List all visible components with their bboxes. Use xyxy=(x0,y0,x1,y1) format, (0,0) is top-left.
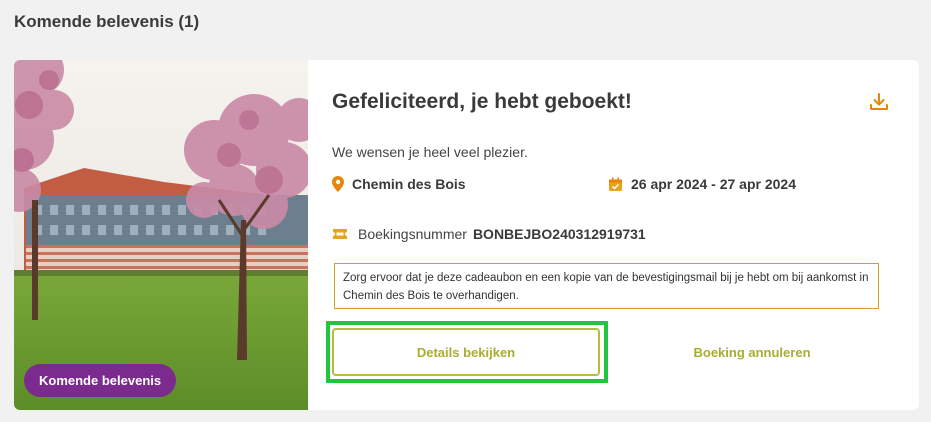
calendar-icon xyxy=(608,177,623,192)
booking-content: Gefeliciteerd, je hebt geboekt! We wense… xyxy=(326,60,919,410)
location-text: Chemin des Bois xyxy=(352,176,466,192)
hotel-photo: Komende belevenis xyxy=(14,60,308,410)
details-button[interactable]: Details bekijken xyxy=(332,328,600,376)
section-title: Komende belevenis (1) xyxy=(14,12,200,31)
booking-headline: Gefeliciteerd, je hebt geboekt! xyxy=(332,90,632,113)
voucher-notice: Zorg ervoor dat je deze cadeaubon en een… xyxy=(334,263,879,309)
booking-number: BONBEJBO240312919731 xyxy=(472,226,646,242)
ticket-icon xyxy=(332,228,348,240)
booking-subtitle: We wensen je heel veel plezier. xyxy=(332,144,528,160)
booking-card: Komende belevenis Gefeliciteerd, je hebt… xyxy=(14,60,919,410)
location-row: Chemin des Bois xyxy=(332,176,466,192)
dates-text: 26 apr 2024 - 27 apr 2024 xyxy=(631,176,797,192)
booking-number-label: Boekingsnummer xyxy=(358,226,467,242)
dates-row: 26 apr 2024 - 27 apr 2024 xyxy=(608,176,796,192)
status-badge: Komende belevenis xyxy=(24,364,177,397)
location-pin-icon xyxy=(332,176,344,192)
booking-number-row: Boekingsnummer BONBEJBO240312919731 xyxy=(332,226,646,242)
download-icon[interactable] xyxy=(869,92,889,112)
cancel-booking-button[interactable]: Boeking annuleren xyxy=(624,328,880,376)
